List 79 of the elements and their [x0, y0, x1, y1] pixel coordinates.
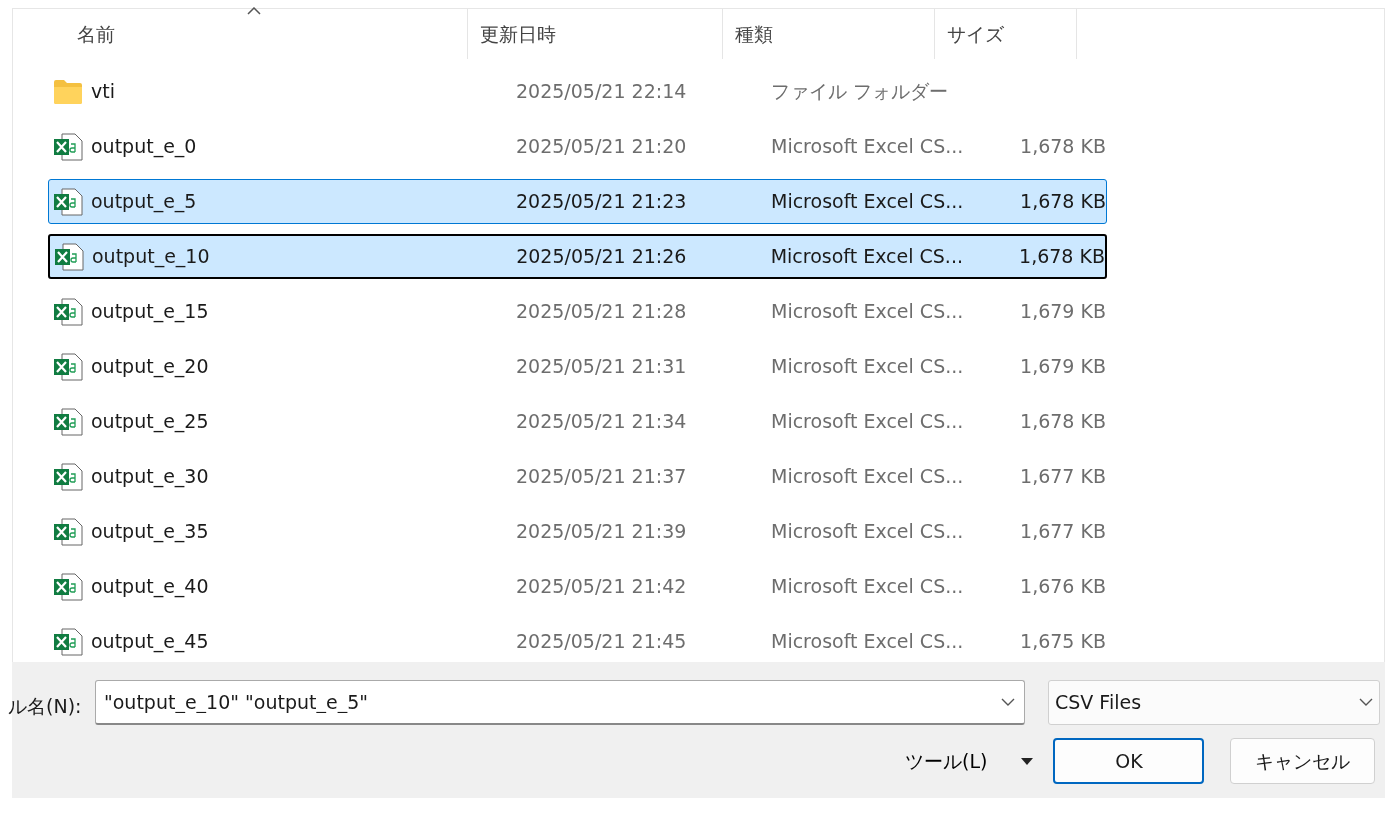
file-type: Microsoft Excel CS...: [771, 410, 964, 433]
filename-field[interactable]: "output_e_10" "output_e_5": [95, 680, 1025, 725]
column-header[interactable]: 種類: [723, 9, 935, 59]
file-size: 1,677 KB: [1020, 465, 1106, 488]
modified-date: 2025/05/21 21:26: [516, 245, 687, 268]
spreadsheet-file-icon: [53, 297, 83, 326]
file-row[interactable]: output_e_0 2025/05/21 21:20 Microsoft Excel CS... 1,678 KB: [48, 124, 1107, 169]
folder-icon: [53, 78, 83, 105]
dropdown-chevron-icon[interactable]: [1001, 698, 1015, 707]
file-name: vti: [91, 79, 115, 105]
modified-date: 2025/05/21 22:14: [516, 80, 687, 103]
file-name: output_e_5: [91, 189, 197, 215]
file-name: output_e_45: [91, 629, 209, 655]
file-type: Microsoft Excel CS...: [771, 300, 964, 323]
file-name: output_e_20: [91, 354, 209, 380]
sort-ascending-icon: [247, 7, 261, 15]
file-size: 1,677 KB: [1020, 520, 1106, 543]
file-row[interactable]: output_e_40 2025/05/21 21:42 Microsoft Excel CS... 1,676 KB: [48, 564, 1107, 609]
file-type: Microsoft Excel CS...: [771, 190, 964, 213]
file-row[interactable]: output_e_45 2025/05/21 21:45 Microsoft Excel CS... 1,675 KB: [48, 619, 1107, 664]
file-size: 1,678 KB: [1020, 190, 1106, 213]
file-name: output_e_0: [91, 134, 197, 160]
column-header[interactable]: サイズ: [935, 9, 1077, 59]
file-name: output_e_25: [91, 409, 209, 435]
file-name: output_e_40: [91, 574, 209, 600]
column-header[interactable]: 名前: [49, 9, 468, 59]
file-size: 1,675 KB: [1020, 630, 1106, 653]
file-type: Microsoft Excel CS...: [771, 575, 964, 598]
file-row[interactable]: output_e_20 2025/05/21 21:31 Microsoft Excel CS... 1,679 KB: [48, 344, 1107, 389]
file-name: output_e_35: [91, 519, 209, 545]
file-name: output_e_15: [91, 299, 209, 325]
file-type: Microsoft Excel CS...: [770, 245, 963, 268]
filename-label: ル名(N):: [8, 694, 82, 719]
spreadsheet-file-icon: [54, 242, 84, 271]
file-name: output_e_10: [92, 244, 210, 270]
file-size: 1,676 KB: [1020, 575, 1106, 598]
file-type: Microsoft Excel CS...: [771, 135, 964, 158]
column-header[interactable]: 更新日時: [468, 9, 723, 59]
file-name: output_e_30: [91, 464, 209, 490]
spreadsheet-file-icon: [53, 627, 83, 656]
modified-date: 2025/05/21 21:45: [516, 630, 687, 653]
file-row[interactable]: output_e_35 2025/05/21 21:39 Microsoft Excel CS... 1,677 KB: [48, 509, 1107, 554]
file-type: Microsoft Excel CS...: [771, 520, 964, 543]
file-row[interactable]: vti 2025/05/21 22:14 ファイル フォルダー: [48, 69, 1107, 114]
modified-date: 2025/05/21 21:31: [516, 355, 687, 378]
file-row[interactable]: output_e_25 2025/05/21 21:34 Microsoft Excel CS... 1,678 KB: [48, 399, 1107, 444]
modified-date: 2025/05/21 21:42: [516, 575, 687, 598]
file-type: Microsoft Excel CS...: [771, 355, 964, 378]
cancel-button[interactable]: キャンセル: [1230, 738, 1376, 784]
file-type: Microsoft Excel CS...: [771, 465, 964, 488]
file-row[interactable]: output_e_30 2025/05/21 21:37 Microsoft Excel CS... 1,677 KB: [48, 454, 1107, 499]
modified-date: 2025/05/21 21:34: [516, 410, 687, 433]
file-row[interactable]: output_e_10 2025/05/21 21:26 Microsoft Excel CS... 1,678 KB: [48, 234, 1107, 279]
file-type: ファイル フォルダー: [771, 80, 949, 103]
spreadsheet-file-icon: [53, 517, 83, 546]
file-row[interactable]: output_e_15 2025/05/21 21:28 Microsoft Excel CS... 1,679 KB: [48, 289, 1107, 334]
spreadsheet-file-icon: [53, 352, 83, 381]
dropdown-chevron-icon[interactable]: [1359, 698, 1373, 707]
file-size: 1,678 KB: [1020, 410, 1106, 433]
ok-button[interactable]: OK: [1053, 738, 1205, 784]
file-size: 1,679 KB: [1020, 300, 1106, 323]
file-size: 1,679 KB: [1020, 355, 1106, 378]
spreadsheet-file-icon: [53, 572, 83, 601]
modified-date: 2025/05/21 21:20: [516, 135, 687, 158]
file-size: 1,678 KB: [1020, 135, 1106, 158]
spreadsheet-file-icon: [53, 407, 83, 436]
file-type: Microsoft Excel CS...: [771, 630, 964, 653]
tools-menu-button[interactable]: ツール(L): [905, 746, 988, 776]
spreadsheet-file-icon: [53, 462, 83, 491]
modified-date: 2025/05/21 21:39: [516, 520, 687, 543]
file-type-dropdown[interactable]: CSV Files: [1048, 680, 1380, 725]
spreadsheet-file-icon: [53, 132, 83, 161]
spreadsheet-file-icon: [53, 187, 83, 216]
dropdown-triangle-icon[interactable]: [1021, 757, 1034, 765]
modified-date: 2025/05/21 21:28: [516, 300, 687, 323]
file-row[interactable]: output_e_5 2025/05/21 21:23 Microsoft Excel CS... 1,678 KB: [48, 179, 1107, 224]
modified-date: 2025/05/21 21:37: [516, 465, 687, 488]
file-size: 1,678 KB: [1019, 245, 1105, 268]
modified-date: 2025/05/21 21:23: [516, 190, 687, 213]
